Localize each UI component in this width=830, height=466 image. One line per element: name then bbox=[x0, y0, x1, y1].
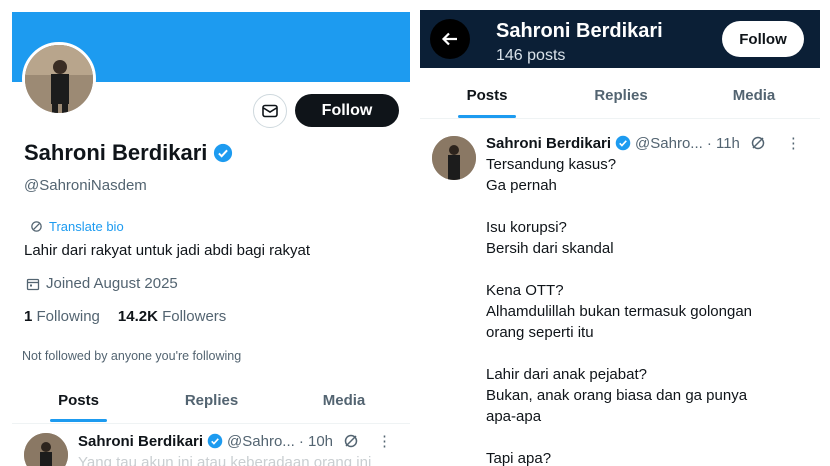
profile-header-bar: Sahroni Berdikari 146 posts Follow bbox=[420, 10, 820, 68]
profile-tabs: Posts Replies Media bbox=[12, 392, 410, 422]
tweet-line: Ga pernah bbox=[486, 177, 557, 194]
tweet-author-handle: @Sahro... bbox=[227, 432, 295, 450]
avatar-photo bbox=[25, 45, 93, 113]
more-icon[interactable]: ⋮ bbox=[377, 432, 393, 450]
avatar-photo bbox=[24, 433, 68, 466]
profile-bio: Lahir dari rakyat untuk jadi abdi bagi r… bbox=[24, 242, 310, 259]
mail-icon bbox=[262, 104, 278, 118]
tweet-line: orang seperti itu bbox=[486, 324, 594, 341]
tweet-text-preview: Yang tau akun ini atau keberadaan orang … bbox=[78, 454, 372, 466]
tweet-line: Tersandung kasus? bbox=[486, 156, 617, 173]
tweet-avatar[interactable] bbox=[432, 136, 476, 180]
tweet-line: Kena OTT? bbox=[486, 282, 564, 299]
tweet-author-name[interactable]: Sahroni Berdikari bbox=[78, 433, 203, 450]
timeline-panel: Sahroni Berdikari 146 posts Follow Posts… bbox=[420, 0, 830, 466]
tweet-line: Lahir dari anak pejabat? bbox=[486, 366, 647, 383]
panel-divider bbox=[412, 0, 420, 466]
tweet-body: Tersandung kasus? Ga pernah Isu korupsi?… bbox=[486, 154, 816, 466]
tweet-line: Bukan, anak orang biasa dan ga punya bbox=[486, 387, 748, 404]
follow-button[interactable]: Follow bbox=[722, 21, 804, 57]
follow-stats: 1 Following 14.2K Followers bbox=[24, 308, 226, 325]
tweet-line bbox=[486, 343, 816, 364]
profile-tabs: Posts Replies Media bbox=[420, 87, 820, 118]
tab-replies-label: Replies bbox=[594, 87, 648, 104]
tab-media-label: Media bbox=[322, 392, 366, 409]
tweet-header: Sahroni Berdikari @Sahro... · 11h ⋮ bbox=[486, 134, 801, 153]
avatar-photo bbox=[432, 136, 476, 180]
translate-bio-label: Translate bio bbox=[49, 219, 124, 234]
tab-posts-label: Posts bbox=[466, 87, 508, 104]
tweet-time: · 11h bbox=[706, 134, 740, 152]
tab-replies[interactable]: Replies bbox=[145, 392, 278, 409]
grok-icon[interactable] bbox=[343, 433, 359, 449]
profile-panel: Follow Sahroni Berdikari @SahroniNasdem … bbox=[0, 0, 412, 466]
profile-handle: @SahroniNasdem bbox=[24, 177, 147, 194]
tab-replies[interactable]: Replies bbox=[554, 87, 688, 104]
back-button[interactable] bbox=[430, 19, 470, 59]
header-post-count: 146 posts bbox=[496, 47, 566, 64]
profile-avatar[interactable] bbox=[22, 42, 96, 116]
profile-name-row: Sahroni Berdikari bbox=[24, 140, 233, 166]
verified-badge-icon bbox=[615, 135, 631, 151]
tweet-avatar[interactable] bbox=[24, 433, 68, 466]
following-link[interactable]: 1 Following bbox=[24, 308, 100, 325]
tweet-header: Sahroni Berdikari @Sahro... · 10h ⋮ bbox=[78, 432, 393, 451]
tab-media-label: Media bbox=[732, 87, 776, 104]
translate-bio-link[interactable]: Translate bio bbox=[30, 219, 124, 234]
followers-label: Followers bbox=[162, 308, 227, 325]
not-followed-note: Not followed by anyone you're following bbox=[22, 349, 242, 363]
tab-posts[interactable]: Posts bbox=[12, 392, 145, 422]
tab-media[interactable]: Media bbox=[688, 87, 820, 104]
tweet-line: Isu korupsi? bbox=[486, 219, 567, 236]
message-button[interactable] bbox=[253, 94, 287, 128]
followers-count: 14.2K bbox=[117, 308, 158, 325]
tabs-divider bbox=[420, 118, 820, 119]
following-label: Following bbox=[36, 308, 100, 325]
tweet-author-handle: @Sahro... bbox=[635, 134, 703, 152]
tweet-line: Alhamdulillah bukan termasuk golongan bbox=[486, 303, 753, 320]
tab-posts[interactable]: Posts bbox=[420, 87, 554, 118]
tweet-line bbox=[486, 196, 816, 217]
translate-icon bbox=[31, 221, 42, 232]
verified-badge-icon bbox=[214, 143, 233, 163]
header-profile-name: Sahroni Berdikari bbox=[496, 20, 663, 42]
more-icon[interactable]: ⋮ bbox=[786, 134, 801, 152]
tweet-line: Bersih dari skandal bbox=[486, 240, 614, 257]
following-count: 1 bbox=[24, 308, 33, 325]
calendar-icon bbox=[26, 278, 40, 290]
tab-replies-label: Replies bbox=[184, 392, 239, 409]
join-date: Joined August 2025 bbox=[26, 275, 178, 292]
verified-badge-icon bbox=[207, 433, 223, 449]
join-date-label: Joined August 2025 bbox=[46, 275, 178, 292]
tabs-divider bbox=[12, 423, 410, 424]
tweet-line bbox=[486, 259, 816, 280]
tweet-author-name[interactable]: Sahroni Berdikari bbox=[486, 135, 611, 152]
tab-posts-label: Posts bbox=[58, 392, 99, 409]
active-tab-indicator bbox=[50, 419, 107, 422]
tweet-line: apa-apa bbox=[486, 408, 542, 425]
followers-link[interactable]: 14.2K Followers bbox=[118, 308, 226, 325]
grok-icon[interactable] bbox=[750, 135, 766, 151]
back-arrow-icon bbox=[441, 32, 457, 46]
tweet-time: · 10h bbox=[298, 432, 334, 450]
follow-button[interactable]: Follow bbox=[295, 94, 399, 127]
profile-name: Sahroni Berdikari bbox=[24, 140, 208, 165]
tab-media[interactable]: Media bbox=[278, 392, 410, 409]
tweet-line: Tapi apa? bbox=[486, 450, 552, 466]
tweet-line bbox=[486, 427, 816, 448]
